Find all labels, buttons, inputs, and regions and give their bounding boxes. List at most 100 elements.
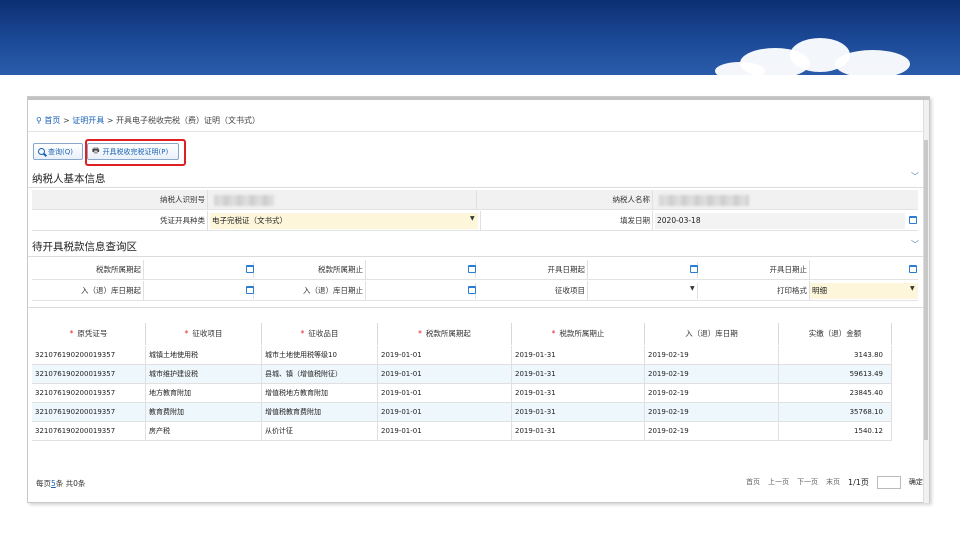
required-mark: * bbox=[184, 329, 189, 338]
voucher-number-cell: 321076190200019357 bbox=[32, 422, 146, 441]
breadcrumb-current: 开具电子税收完税（费）证明（文书式） bbox=[116, 116, 260, 125]
calendar-icon[interactable] bbox=[909, 216, 917, 224]
section-divider bbox=[28, 256, 924, 257]
calendar-icon[interactable] bbox=[909, 265, 917, 273]
top-banner bbox=[0, 0, 960, 75]
table-row[interactable]: 321076190200019357 教育费附加 增值税教育费附加 2019-01-0… bbox=[32, 403, 892, 422]
table-row[interactable]: 321076190200019357 城市维护建设税 县城、镇（增值税附征） 2019… bbox=[32, 365, 892, 384]
taxpayer-name-label: 纳税人名称 bbox=[476, 190, 653, 210]
voucher-number-cell: 321076190200019357 bbox=[32, 346, 146, 365]
query-button[interactable]: 查询(Q) bbox=[33, 143, 83, 160]
period-end-cell: 2019-01-31 bbox=[512, 384, 645, 403]
column-header-label: 征收项目 bbox=[192, 329, 223, 338]
calendar-icon[interactable] bbox=[468, 286, 476, 294]
tax-certificate-window: ⚲ 首页 > 证明开具 > 开具电子税收完税（费）证明（文书式） 查询(Q) 🖶… bbox=[27, 96, 930, 503]
issue-end-input[interactable] bbox=[812, 262, 908, 278]
calendar-icon[interactable] bbox=[690, 265, 698, 273]
certificate-type-label: 凭证开具种类 bbox=[32, 211, 208, 231]
vertical-scrollbar[interactable] bbox=[923, 100, 929, 503]
calendar-icon[interactable] bbox=[246, 286, 254, 294]
storage-date-cell: 2019-02-19 bbox=[645, 365, 779, 384]
period-end-cell: 2019-01-31 bbox=[512, 403, 645, 422]
column-header[interactable]: * 征收项目 bbox=[146, 323, 262, 345]
table-row[interactable]: 321076190200019357 地方教育附加 增值税地方教育附加 2019-01… bbox=[32, 384, 892, 403]
fill-date-value: 2020-03-18 bbox=[655, 213, 905, 229]
levy-category-cell: 增值税教育费附加 bbox=[262, 403, 378, 422]
storage-start-input[interactable] bbox=[146, 283, 254, 299]
period-start-label: 税款所属期起 bbox=[32, 260, 144, 280]
scrollbar-thumb[interactable] bbox=[924, 140, 928, 440]
levy-item-select[interactable] bbox=[590, 283, 698, 299]
column-header-label: 征收品目 bbox=[308, 329, 339, 338]
caret-down-icon[interactable]: ▼ bbox=[470, 215, 475, 222]
storage-date-cell: 2019-02-19 bbox=[645, 403, 779, 422]
query-button-label: 查询(Q) bbox=[48, 147, 73, 156]
voucher-number-cell: 321076190200019357 bbox=[32, 403, 146, 422]
levy-item-cell: 教育费附加 bbox=[146, 403, 262, 422]
required-mark: * bbox=[69, 329, 74, 338]
section-divider bbox=[28, 187, 924, 188]
chevron-down-icon[interactable]: ﹀ bbox=[911, 239, 919, 250]
column-header-label: 税款所属期起 bbox=[425, 329, 471, 338]
required-mark: * bbox=[418, 329, 422, 338]
caret-down-icon[interactable]: ▼ bbox=[690, 285, 695, 292]
storage-end-label: 入（退）库日期止 bbox=[254, 281, 366, 301]
taxpayer-row-1: 纳税人识别号 纳税人名称 bbox=[32, 190, 918, 210]
prev-page-link[interactable]: 上一页 bbox=[768, 477, 789, 487]
levy-item-label: 征收项目 bbox=[476, 281, 588, 301]
issue-certificate-button[interactable]: 🖶 开具税收完税证明(P) bbox=[87, 143, 179, 160]
taxpayer-name-value bbox=[657, 192, 907, 208]
window-top-bar bbox=[28, 97, 929, 100]
column-header[interactable]: * 税款所属期起 bbox=[378, 323, 512, 345]
column-header[interactable]: * 征收品目 bbox=[262, 323, 378, 345]
page-size-suffix: 条 共0条 bbox=[55, 479, 86, 488]
column-header[interactable]: 入（退）库日期 bbox=[645, 323, 779, 345]
calendar-icon[interactable] bbox=[468, 265, 476, 273]
next-page-link[interactable]: 下一页 bbox=[797, 477, 818, 487]
period-start-input[interactable] bbox=[146, 262, 254, 278]
issue-start-input[interactable] bbox=[590, 262, 698, 278]
query-section-title: 待开具税款信息查询区 bbox=[32, 241, 137, 253]
storage-end-input[interactable] bbox=[368, 283, 476, 299]
issue-start-label: 开具日期起 bbox=[476, 260, 588, 280]
levy-category-cell: 城市土地使用税等级10 bbox=[262, 346, 378, 365]
masked-text bbox=[214, 195, 274, 206]
table-header: * 原凭证号 * 征收项目 * 征收品目 * 税款所属期起 * 税款所属期止 入（退）库日… bbox=[32, 323, 892, 345]
column-header[interactable]: * 原凭证号 bbox=[32, 323, 146, 345]
period-start-cell: 2019-01-01 bbox=[378, 422, 512, 441]
storage-date-cell: 2019-02-19 bbox=[645, 346, 779, 365]
voucher-number-cell: 321076190200019357 bbox=[32, 384, 146, 403]
section-divider bbox=[28, 307, 924, 308]
masked-text bbox=[659, 195, 749, 206]
levy-category-cell: 增值税地方教育附加 bbox=[262, 384, 378, 403]
page-size-info: 每页5条 共0条 bbox=[36, 478, 85, 489]
chevron-down-icon[interactable]: ﹀ bbox=[911, 171, 919, 182]
table-row[interactable]: 321076190200019357 房产税 从价计征 2019-01-01 2019-… bbox=[32, 422, 892, 441]
caret-down-icon[interactable]: ▼ bbox=[910, 285, 915, 292]
table-row[interactable]: 321076190200019357 城镇土地使用税 城市土地使用税等级10 2019… bbox=[32, 346, 892, 365]
breadcrumb-section-link[interactable]: 证明开具 bbox=[72, 116, 104, 125]
divider bbox=[28, 131, 924, 132]
certificate-type-select[interactable]: 电子完税证（文书式） bbox=[210, 213, 478, 229]
first-page-link[interactable]: 首页 bbox=[746, 477, 760, 487]
levy-category-cell: 县城、镇（增值税附征） bbox=[262, 365, 378, 384]
page-jump-confirm-button[interactable]: 确定 bbox=[909, 477, 923, 487]
amount-cell: 1540.12 bbox=[779, 422, 892, 441]
pagination: 首页 上一页 下一页 末页 1/1页 确定 bbox=[746, 475, 923, 489]
period-end-input[interactable] bbox=[368, 262, 476, 278]
issue-end-label: 开具日期止 bbox=[698, 260, 810, 280]
print-format-select[interactable]: 明细 bbox=[810, 283, 918, 299]
search-icon bbox=[38, 148, 45, 155]
column-header[interactable]: * 税款所属期止 bbox=[512, 323, 645, 345]
period-end-cell: 2019-01-31 bbox=[512, 346, 645, 365]
levy-item-cell: 城镇土地使用税 bbox=[146, 346, 262, 365]
breadcrumb-home-link[interactable]: 首页 bbox=[44, 116, 60, 125]
page-jump-input[interactable] bbox=[876, 475, 901, 489]
query-row-2: 入（退）库日期起 入（退）库日期止 征收项目 ▼ 打印格式 明细 ▼ bbox=[32, 281, 918, 301]
taxpayer-id-label: 纳税人识别号 bbox=[32, 190, 208, 210]
calendar-icon[interactable] bbox=[246, 265, 254, 273]
last-page-link[interactable]: 末页 bbox=[826, 477, 840, 487]
amount-cell: 3143.80 bbox=[779, 346, 892, 365]
column-header[interactable]: 实缴（退）金额 bbox=[779, 323, 892, 345]
levy-category-cell: 从价计征 bbox=[262, 422, 378, 441]
